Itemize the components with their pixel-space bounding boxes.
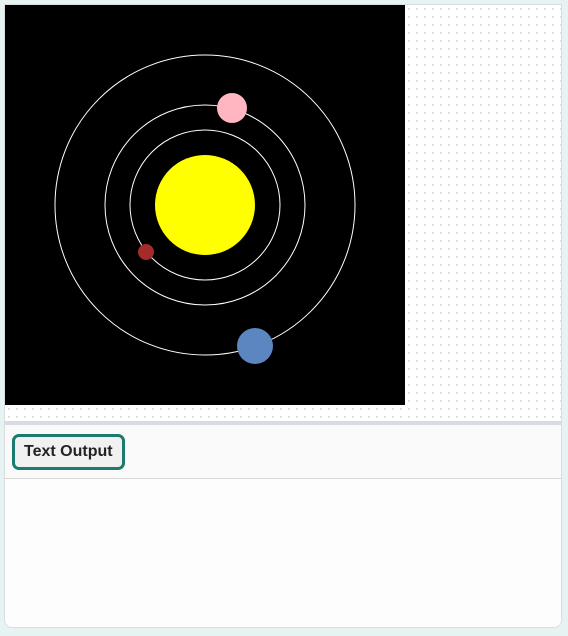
red-planet bbox=[138, 244, 154, 260]
canvas-area bbox=[5, 5, 561, 421]
pink-planet bbox=[217, 93, 247, 123]
solar-system-svg bbox=[54, 54, 356, 364]
blue-planet bbox=[237, 328, 273, 364]
text-output-button[interactable]: Text Output bbox=[12, 434, 125, 470]
output-toolbar: Text Output bbox=[5, 425, 561, 479]
solar-system-canvas[interactable] bbox=[5, 5, 405, 405]
app-frame: Text Output bbox=[4, 4, 562, 628]
sun bbox=[155, 155, 255, 255]
text-output-panel bbox=[5, 479, 561, 627]
